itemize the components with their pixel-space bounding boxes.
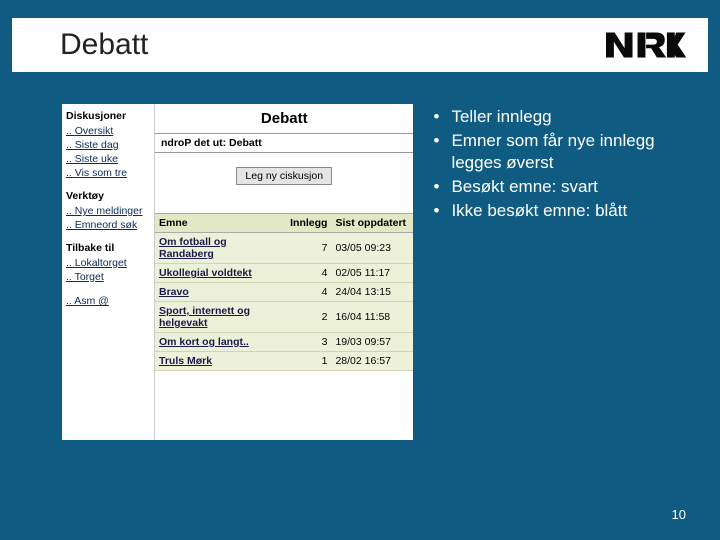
- forum-heading: Debatt: [155, 104, 413, 133]
- topic-date: 24/04 13:15: [331, 283, 413, 302]
- sidebar-group-title: Tilbake til: [66, 242, 150, 254]
- topic-link[interactable]: Ukollegial voldtekt: [155, 264, 285, 283]
- topic-count: 4: [285, 283, 331, 302]
- topic-count: 4: [285, 264, 331, 283]
- topic-link[interactable]: Sport, internett og helgevakt: [155, 302, 285, 333]
- topic-link[interactable]: Om fotball og Randaberg: [155, 233, 285, 264]
- col-innlegg: Innlegg: [285, 214, 331, 233]
- sidebar-link[interactable]: Siste uke: [66, 152, 150, 166]
- sidebar-group-title: Verktøy: [66, 190, 150, 202]
- note-item: Teller innlegg: [451, 106, 551, 127]
- topic-count: 2: [285, 302, 331, 333]
- sidebar-link[interactable]: Nye meldinger: [66, 204, 150, 218]
- slide-notes: •Teller innlegg •Emner som får nye innle…: [433, 104, 684, 440]
- page-number: 10: [672, 507, 686, 522]
- new-discussion-button[interactable]: Leg ny ciskusjon: [236, 167, 332, 185]
- table-row: Bravo 4 24/04 13:15: [155, 283, 413, 302]
- note-item: Ikke besøkt emne: blått: [451, 200, 627, 221]
- table-row: Sport, internett og helgevakt 2 16/04 11…: [155, 302, 413, 333]
- topic-count: 7: [285, 233, 331, 264]
- topics-table: Emne Innlegg Sist oppdatert Om fotball o…: [155, 213, 413, 371]
- topic-date: 28/02 16:57: [331, 352, 413, 371]
- sidebar-group-title: Diskusjoner: [66, 110, 150, 122]
- topic-date: 03/05 09:23: [331, 233, 413, 264]
- sidebar-link[interactable]: Emneord søk: [66, 218, 150, 232]
- nrk-logo: [606, 31, 692, 59]
- topic-link[interactable]: Om kort og langt..: [155, 333, 285, 352]
- topic-link[interactable]: Truls Mørk: [155, 352, 285, 371]
- table-row: Truls Mørk 1 28/02 16:57: [155, 352, 413, 371]
- sidebar-link[interactable]: Lokaltorget: [66, 256, 150, 270]
- col-oppdatert: Sist oppdatert: [331, 214, 413, 233]
- breadcrumb: ndroP det ut: Debatt: [155, 133, 413, 153]
- topic-count: 3: [285, 333, 331, 352]
- sidebar-link[interactable]: Siste dag: [66, 138, 150, 152]
- forum-main: Debatt ndroP det ut: Debatt Leg ny cisku…: [154, 104, 413, 440]
- table-row: Om kort og langt.. 3 19/03 09:57: [155, 333, 413, 352]
- page-title: Debatt: [60, 28, 148, 62]
- col-emne: Emne: [155, 214, 285, 233]
- note-item: Emner som får nye innlegg legges øverst: [451, 130, 684, 173]
- sidebar-link[interactable]: Torget: [66, 270, 150, 284]
- sidebar-link[interactable]: Asm @: [66, 294, 150, 308]
- forum-screenshot: Diskusjoner Oversikt Siste dag Siste uke…: [62, 104, 413, 440]
- sidebar-link[interactable]: Oversikt: [66, 124, 150, 138]
- topic-count: 1: [285, 352, 331, 371]
- topic-link[interactable]: Bravo: [155, 283, 285, 302]
- sidebar-link[interactable]: Vis som tre: [66, 166, 150, 180]
- table-row: Om fotball og Randaberg 7 03/05 09:23: [155, 233, 413, 264]
- forum-sidebar: Diskusjoner Oversikt Siste dag Siste uke…: [62, 104, 154, 440]
- table-row: Ukollegial voldtekt 4 02/05 11:17: [155, 264, 413, 283]
- slide-header: Debatt: [12, 12, 708, 72]
- topic-date: 19/03 09:57: [331, 333, 413, 352]
- topic-date: 02/05 11:17: [331, 264, 413, 283]
- topic-date: 16/04 11:58: [331, 302, 413, 333]
- note-item: Besøkt emne: svart: [451, 176, 597, 197]
